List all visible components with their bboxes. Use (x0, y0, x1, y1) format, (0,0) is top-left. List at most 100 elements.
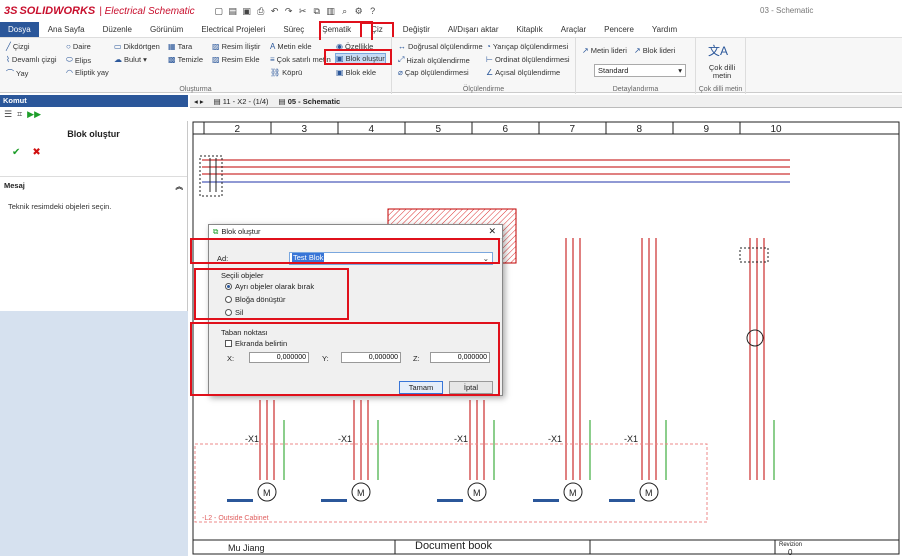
close-icon[interactable]: ✕ (488, 226, 496, 237)
title-bar: 3S SOLIDWORKS | Electrical Schematic ▢ ▤… (0, 0, 902, 22)
zoom-icon[interactable]: ⌕ (339, 5, 351, 17)
arc-icon: ⌒ (6, 69, 14, 78)
elliptic-arc-button[interactable]: ◠ Eliptik yay (66, 68, 109, 77)
motor-tag-bar (533, 499, 559, 502)
doctab-nav-icon[interactable]: ◂ ▸ (194, 97, 204, 106)
hyperlink-button[interactable]: ⛓ Köprü (270, 68, 302, 77)
hatch-icon: ▦ (168, 42, 176, 51)
insert-block-button[interactable]: ▣ Blok ekle (336, 68, 376, 77)
command-title: Blok oluştur (67, 129, 120, 139)
tab-help[interactable]: Yardım (643, 22, 686, 37)
tab-window[interactable]: Pencere (595, 22, 643, 37)
linear-dimension-button[interactable]: ↔ Doğrusal ölçülendirme (398, 42, 483, 51)
tab-process[interactable]: Süreç (274, 22, 313, 37)
undo-icon[interactable]: ↶ (269, 5, 281, 17)
cancel-x-icon[interactable]: ✖ (32, 147, 40, 158)
polyline-button[interactable]: ⌇ Devamlı çizgi (6, 55, 57, 64)
motor-tag-bar (437, 499, 463, 502)
paste-icon[interactable]: ▥ (325, 5, 337, 17)
tab-tools[interactable]: Araçlar (552, 22, 595, 37)
attach-image-button[interactable]: ▨ Resim İliştir (212, 42, 260, 51)
diameter-dim-icon: ⌀ (398, 68, 403, 77)
circle-button[interactable]: ○ Daire (66, 42, 91, 51)
panel-pin-icon[interactable]: ⌗ (17, 109, 22, 120)
copy-icon[interactable]: ⧉ (311, 5, 323, 17)
link-icon: ⛓ (270, 68, 281, 77)
linear-dim-icon: ↔ (398, 42, 406, 51)
doctab-x2[interactable]: ▤ 11 - X2 - (1/4) (214, 97, 269, 106)
cut-icon[interactable]: ✂ (297, 5, 309, 17)
brand-name: SOLIDWORKS (19, 5, 96, 17)
print-icon[interactable]: ⎙ (255, 5, 267, 17)
dimension-style-select[interactable]: Standard ▾ (594, 64, 686, 77)
message-text: Teknik resimdeki objeleri seçin. (8, 202, 112, 211)
main-switch (199, 155, 223, 197)
tab-library[interactable]: Kitaplık (508, 22, 552, 37)
panel-run-icon[interactable]: ▶▶ (27, 109, 41, 120)
power-lines (202, 159, 790, 183)
column-label: 9 (704, 124, 710, 135)
line-button[interactable]: ╱ Çizgi (6, 42, 30, 51)
revision-value: 0 (788, 548, 793, 556)
insert-text-button[interactable]: A Metin ekle (270, 42, 312, 51)
column-label: 5 (436, 124, 442, 135)
window-title: 03 - Schematic (760, 6, 814, 15)
collapse-chevron-icon[interactable]: ︽ (176, 181, 184, 192)
footer-author: Mu Jiang (228, 543, 265, 553)
tab-home[interactable]: Ana Sayfa (39, 22, 94, 37)
settings-icon[interactable]: ⚙ (353, 5, 365, 17)
column-label: 3 (302, 124, 308, 135)
ellipse-button[interactable]: ⬭ Elips (66, 55, 91, 65)
insert-image-button[interactable]: ▨ Resim Ekle (212, 55, 260, 64)
motor-letter: M (263, 488, 271, 498)
diameter-dimension-button[interactable]: ⌀ Çap ölçülendirmesi (398, 68, 469, 77)
cloud-button[interactable]: ☁ Bulut ▾ (114, 55, 147, 64)
clean-button[interactable]: ▩ Temizle (168, 55, 203, 64)
radius-dimension-button[interactable]: ◔ Yarıçap ölçülendirmesi (486, 42, 568, 51)
elliptic-arc-icon: ◠ (66, 68, 73, 77)
tab-modify[interactable]: Değiştir (394, 22, 439, 37)
angular-dimension-button[interactable]: ∠ Açısal ölçülendirme (486, 68, 560, 77)
doctab-schematic[interactable]: ▤ 05 - Schematic (279, 97, 341, 106)
tab-file[interactable]: Dosya (0, 22, 39, 37)
message-section-header[interactable]: Mesaj ︽ (0, 176, 187, 196)
motor-letter: M (645, 488, 653, 498)
motor-tag-bar (609, 499, 635, 502)
confirm-check-icon[interactable]: ✔ (12, 147, 20, 158)
tab-projects[interactable]: Electrical Projeleri (192, 22, 274, 37)
image-insert-icon: ▨ (212, 55, 220, 64)
new-icon[interactable]: ▢ (213, 5, 225, 17)
group-caption-create: Oluşturma (179, 86, 212, 93)
dialog-titlebar: ⧉ Blok oluştur ✕ (209, 225, 502, 239)
ordinate-dimension-button[interactable]: ⊢ Ordinat ölçülendirmesi (486, 55, 570, 64)
tab-import-export[interactable]: Al/Dışarı aktar (439, 22, 508, 37)
cloud-icon: ☁ (114, 55, 122, 64)
motor-letter: M (357, 488, 365, 498)
tab-view[interactable]: Görünüm (141, 22, 192, 37)
column-label: 8 (637, 124, 643, 135)
help-icon[interactable]: ? (367, 5, 379, 17)
text-leader-button[interactable]: ↗ Metin lideri (582, 46, 627, 55)
group-caption-dimension: Ölçülendirme (462, 86, 505, 93)
group-caption-multilang: Çok dilli metin (698, 86, 743, 93)
save-icon[interactable]: ▣ (241, 5, 253, 17)
rectangle-button[interactable]: ▭ Dikdörtgen (114, 42, 160, 51)
aligned-dimension-button[interactable]: ⤢ Hizalı ölçülendirme (398, 55, 470, 65)
folder-icon[interactable]: ▤ (227, 5, 239, 17)
multilang-text-button[interactable]: Çok dilli metin (704, 64, 740, 80)
block-leader-button[interactable]: ↗ Blok lideri (634, 46, 675, 55)
x1-label: -X1 (624, 434, 638, 444)
motors: MMMMM (227, 482, 659, 502)
tab-edit[interactable]: Düzenle (94, 22, 141, 37)
hatch-button[interactable]: ▦ Tara (168, 42, 192, 51)
panel-list-icon[interactable]: ☰ (4, 109, 12, 120)
draw-tab-highlight (319, 21, 373, 40)
motor-tag-bar (227, 499, 253, 502)
multiline-text-button[interactable]: ≡ Çok satırlı metin (270, 55, 331, 64)
arc-button[interactable]: ⌒ Yay (6, 68, 28, 79)
group-caption-detailing: Detaylandırma (612, 86, 659, 93)
column-label: 6 (503, 124, 509, 135)
multiline-text-icon: ≡ (270, 55, 275, 64)
redo-icon[interactable]: ↷ (283, 5, 295, 17)
multilang-icon: 文A (708, 44, 729, 58)
